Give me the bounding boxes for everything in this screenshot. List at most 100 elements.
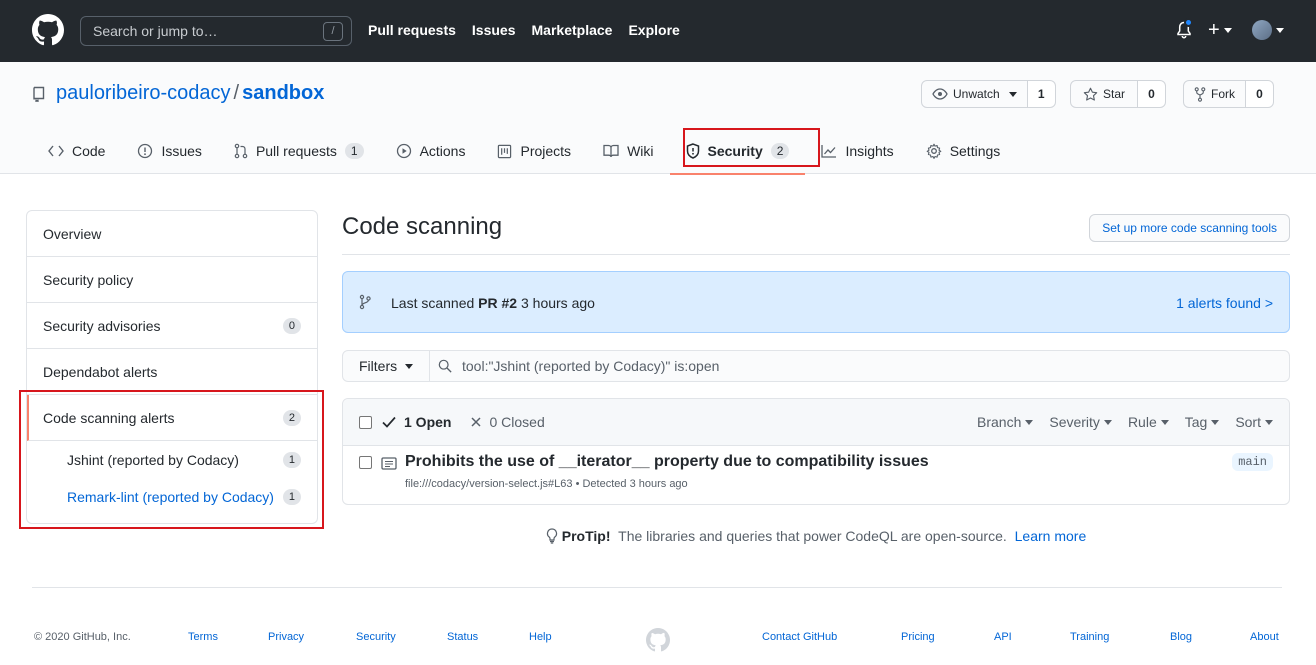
- filter-label: Branch: [977, 414, 1022, 430]
- footer: © 2020 GitHub, Inc. Terms Privacy Securi…: [32, 587, 1282, 665]
- tab-counter: 1: [344, 143, 364, 159]
- page-title: Code scanning: [342, 213, 503, 240]
- footer-link-privacy[interactable]: Privacy: [268, 631, 304, 643]
- caret-down-icon: [1103, 419, 1112, 425]
- search-icon: [438, 359, 452, 373]
- fork-button-group: Fork 0: [1183, 80, 1274, 108]
- star-icon: [1083, 87, 1098, 101]
- caret-down-icon: [1211, 419, 1220, 425]
- watch-count[interactable]: 1: [1027, 80, 1056, 108]
- sidebar-item-security-advisories[interactable]: Security advisories 0: [27, 303, 317, 349]
- eye-icon: [932, 88, 948, 100]
- footer-link-pricing[interactable]: Pricing: [901, 631, 935, 643]
- light-bulb-icon: [546, 528, 557, 544]
- alerts-found-link[interactable]: 1 alerts found >: [1176, 295, 1273, 311]
- filters-label: Filters: [359, 358, 398, 374]
- branch-label[interactable]: main: [1232, 453, 1273, 471]
- filter-bar: Filters tool:"Jshint (reported by Codacy…: [342, 350, 1290, 382]
- last-scanned-pr-link[interactable]: PR #2: [478, 295, 517, 311]
- sort-filter[interactable]: Sort: [1235, 414, 1273, 430]
- alert-title-link[interactable]: Prohibits the use of __iterator__ proper…: [405, 453, 929, 471]
- sidebar-item-label: Overview: [43, 225, 102, 242]
- protip-label: ProTip!: [561, 528, 611, 544]
- code-alert-icon: [381, 457, 397, 470]
- user-avatar[interactable]: [1252, 20, 1272, 40]
- setup-code-scanning-button[interactable]: Set up more code scanning tools: [1089, 214, 1290, 242]
- fork-button[interactable]: Fork: [1183, 80, 1246, 108]
- caret-down-icon[interactable]: [1276, 28, 1284, 33]
- create-new-button[interactable]: +: [1208, 20, 1232, 40]
- select-all-checkbox[interactable]: [359, 415, 372, 429]
- tab-wiki[interactable]: Wiki: [587, 128, 669, 174]
- star-count[interactable]: 0: [1138, 80, 1167, 108]
- severity-filter[interactable]: Severity: [1049, 414, 1112, 430]
- tab-label: Pull requests: [255, 143, 337, 159]
- caret-down-icon: [405, 363, 414, 369]
- book-icon: [603, 144, 619, 158]
- search-input[interactable]: Search or jump to… /: [80, 16, 352, 46]
- caret-down-icon: [1265, 419, 1273, 425]
- footer-link-training[interactable]: Training: [1070, 631, 1109, 643]
- filters-dropdown[interactable]: Filters: [342, 350, 430, 382]
- footer-link-security[interactable]: Security: [356, 631, 396, 643]
- tab-label: Insights: [845, 143, 894, 159]
- main-content: Code scanning Set up more code scanning …: [342, 210, 1290, 544]
- learn-more-link[interactable]: Learn more: [1015, 528, 1087, 544]
- repo-separator: /: [233, 82, 240, 104]
- alert-meta: file:///codacy/version-select.js#L63 • D…: [405, 478, 688, 490]
- footer-link-help[interactable]: Help: [529, 631, 552, 643]
- sidebar-item-dependabot-alerts[interactable]: Dependabot alerts: [27, 349, 317, 395]
- tab-label: Settings: [949, 143, 1001, 159]
- tab-projects[interactable]: Projects: [481, 128, 587, 174]
- protip: ProTip! The libraries and queries that p…: [342, 528, 1290, 544]
- fork-count[interactable]: 0: [1246, 80, 1274, 108]
- star-button[interactable]: Star: [1070, 80, 1139, 108]
- footer-link-about[interactable]: About: [1250, 631, 1279, 643]
- filter-label: Tag: [1184, 414, 1208, 430]
- alert-filter-input[interactable]: tool:"Jshint (reported by Codacy)" is:op…: [430, 350, 1290, 382]
- watch-label: Unwatch: [953, 87, 1000, 101]
- alert-checkbox[interactable]: [359, 456, 372, 469]
- project-icon: [498, 144, 512, 158]
- page-header: Code scanning Set up more code scanning …: [342, 210, 1290, 255]
- github-mark-icon[interactable]: [646, 628, 670, 652]
- footer-link-blog[interactable]: Blog: [1170, 631, 1192, 643]
- closed-alerts-filter[interactable]: 0 Closed: [489, 414, 544, 430]
- star-button-group: Star 0: [1070, 80, 1167, 108]
- tab-actions[interactable]: Actions: [380, 128, 482, 174]
- sidebar-item-overview[interactable]: Overview: [27, 211, 317, 257]
- rule-filter[interactable]: Rule: [1128, 414, 1169, 430]
- open-alerts-filter[interactable]: 1 Open: [404, 414, 451, 430]
- notification-indicator: [1184, 18, 1193, 27]
- github-logo-icon[interactable]: [32, 14, 64, 46]
- star-label: Star: [1103, 87, 1126, 101]
- tab-issues[interactable]: Issues: [121, 128, 217, 174]
- repo-owner-link[interactable]: pauloribeiro-codacy: [56, 82, 231, 104]
- nav-pull-requests[interactable]: Pull requests: [368, 22, 456, 38]
- watch-button[interactable]: Unwatch: [921, 80, 1028, 108]
- caret-down-icon: [1160, 419, 1169, 425]
- nav-marketplace[interactable]: Marketplace: [532, 22, 613, 38]
- branch-filter[interactable]: Branch: [977, 414, 1034, 430]
- sidebar-item-security-policy[interactable]: Security policy: [27, 257, 317, 303]
- tab-code[interactable]: Code: [32, 128, 121, 174]
- tab-pull-requests[interactable]: Pull requests 1: [218, 128, 380, 174]
- footer-link-status[interactable]: Status: [447, 631, 478, 643]
- repo-icon: [33, 86, 45, 102]
- slash-key-hint: /: [323, 22, 343, 41]
- tab-insights[interactable]: Insights: [805, 128, 909, 174]
- tag-filter[interactable]: Tag: [1185, 414, 1220, 430]
- footer-link-terms[interactable]: Terms: [188, 631, 218, 643]
- code-scanning-highlight: [19, 390, 324, 529]
- tab-settings[interactable]: Settings: [910, 128, 1017, 174]
- tab-label: Code: [72, 143, 106, 159]
- footer-link-api[interactable]: API: [994, 631, 1012, 643]
- last-scanned-text: Last scanned PR #2 3 hours ago: [391, 295, 595, 311]
- repo-name-link[interactable]: sandbox: [242, 82, 324, 104]
- nav-explore[interactable]: Explore: [628, 22, 679, 38]
- nav-issues[interactable]: Issues: [472, 22, 516, 38]
- footer-link-contact[interactable]: Contact GitHub: [762, 631, 837, 643]
- gear-icon: [926, 143, 942, 159]
- repo-tabs: Code Issues Pull requests 1 Actions Proj…: [32, 128, 1017, 175]
- global-header: Search or jump to… / Pull requests Issue…: [0, 0, 1316, 62]
